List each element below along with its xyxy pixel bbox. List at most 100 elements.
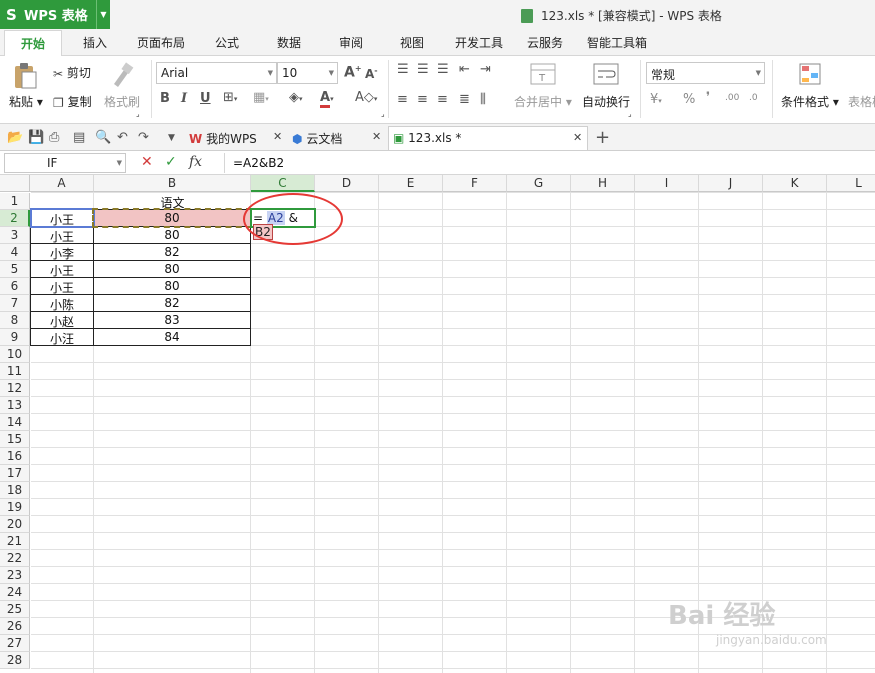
row-header-5[interactable]: 5 bbox=[0, 261, 30, 278]
column-header-k[interactable]: K bbox=[763, 175, 827, 192]
app-menu-button[interactable]: S WPS 表格 ▼ bbox=[0, 0, 110, 29]
wrap-text-icon[interactable] bbox=[593, 62, 619, 89]
align-middle-icon[interactable]: ☰ bbox=[417, 62, 429, 77]
row-header-27[interactable]: 27 bbox=[0, 635, 30, 652]
copy-button[interactable]: ❐ 复制 bbox=[53, 93, 92, 110]
row-header-22[interactable]: 22 bbox=[0, 550, 30, 567]
row-header-10[interactable]: 10 bbox=[0, 346, 30, 363]
column-header-j[interactable]: J bbox=[699, 175, 763, 192]
row-header-12[interactable]: 12 bbox=[0, 380, 30, 397]
row-header-24[interactable]: 24 bbox=[0, 584, 30, 601]
save-icon[interactable]: 💾 bbox=[28, 130, 44, 145]
row-header-1[interactable]: 1 bbox=[0, 193, 30, 210]
font-color-icon[interactable]: A▾ bbox=[320, 90, 334, 108]
tab-smart-toolbox[interactable]: 智能工具箱 bbox=[587, 34, 647, 51]
row-header-4[interactable]: 4 bbox=[0, 244, 30, 261]
align-top-icon[interactable]: ☰ bbox=[397, 62, 409, 77]
preview-icon[interactable]: 🔍 bbox=[95, 130, 111, 145]
cell-a8[interactable]: 小赵 bbox=[31, 313, 93, 330]
column-header-d[interactable]: D bbox=[315, 175, 379, 192]
percent-icon[interactable]: % bbox=[683, 92, 695, 107]
tab-developer[interactable]: 开发工具 bbox=[455, 34, 503, 51]
close-icon[interactable]: ✕ bbox=[273, 130, 282, 143]
alignment-dialog-launcher-icon[interactable]: ⌟ bbox=[628, 109, 632, 118]
tab-cloud-services[interactable]: 云服务 bbox=[527, 34, 563, 51]
print-icon[interactable]: ▤ bbox=[73, 130, 85, 145]
row-header-14[interactable]: 14 bbox=[0, 414, 30, 431]
cell-b4[interactable]: 82 bbox=[94, 245, 250, 262]
row-header-21[interactable]: 21 bbox=[0, 533, 30, 550]
borders-icon[interactable]: ⊞▾ bbox=[223, 90, 237, 105]
cell-b9[interactable]: 84 bbox=[94, 330, 250, 347]
row-header-20[interactable]: 20 bbox=[0, 516, 30, 533]
select-all-corner[interactable] bbox=[0, 175, 30, 192]
row-header-17[interactable]: 17 bbox=[0, 465, 30, 482]
distributed-icon[interactable]: ⫼ bbox=[480, 92, 486, 107]
row-header-11[interactable]: 11 bbox=[0, 363, 30, 380]
cell-a4[interactable]: 小李 bbox=[31, 245, 93, 262]
confirm-formula-icon[interactable]: ✓ bbox=[165, 154, 177, 170]
cell-a6[interactable]: 小王 bbox=[31, 279, 93, 296]
row-header-13[interactable]: 13 bbox=[0, 397, 30, 414]
row-header-15[interactable]: 15 bbox=[0, 431, 30, 448]
conditional-format-button[interactable]: 条件格式 ▾ bbox=[781, 93, 839, 110]
cell-b6[interactable]: 80 bbox=[94, 279, 250, 296]
increase-indent-icon[interactable]: ⇥ bbox=[480, 62, 491, 77]
justify-icon[interactable]: ≣ bbox=[459, 92, 470, 107]
row-header-2[interactable]: 2 bbox=[0, 210, 30, 227]
underline-icon[interactable]: U bbox=[200, 91, 211, 106]
column-header-e[interactable]: E bbox=[379, 175, 443, 192]
number-format-select[interactable]: 常规 ▼ bbox=[646, 62, 765, 84]
align-bottom-icon[interactable]: ☰ bbox=[437, 62, 449, 77]
cell-a3[interactable]: 小王 bbox=[31, 228, 93, 245]
column-header-h[interactable]: H bbox=[571, 175, 635, 192]
tab-formulas[interactable]: 公式 bbox=[215, 34, 239, 51]
decrease-indent-icon[interactable]: ⇤ bbox=[459, 62, 470, 77]
align-left-icon[interactable]: ≡ bbox=[397, 92, 408, 107]
increase-font-icon[interactable]: A+ bbox=[344, 64, 362, 81]
font-dialog-launcher-icon[interactable]: ⌟ bbox=[381, 109, 385, 118]
format-painter-icon[interactable] bbox=[110, 62, 134, 91]
row-header-16[interactable]: 16 bbox=[0, 448, 30, 465]
paste-button[interactable]: 粘贴 ▾ bbox=[9, 93, 43, 110]
row-header-18[interactable]: 18 bbox=[0, 482, 30, 499]
column-header-b[interactable]: B bbox=[94, 175, 251, 192]
font-size-select[interactable]: 10 ▼ bbox=[277, 62, 338, 84]
italic-icon[interactable]: I bbox=[181, 91, 187, 106]
cell-a7[interactable]: 小陈 bbox=[31, 296, 93, 313]
row-header-6[interactable]: 6 bbox=[0, 278, 30, 295]
new-tab-plus-icon[interactable]: + bbox=[595, 127, 610, 148]
row-header-3[interactable]: 3 bbox=[0, 227, 30, 244]
row-header-23[interactable]: 23 bbox=[0, 567, 30, 584]
tab-page-layout[interactable]: 页面布局 bbox=[137, 34, 185, 51]
tab-cloud-docs[interactable]: ⬢ 云文档 ✕ bbox=[292, 126, 386, 150]
merge-center-icon[interactable]: T bbox=[530, 62, 556, 89]
merge-borders-icon[interactable]: ▦▾ bbox=[253, 90, 269, 105]
font-name-select[interactable]: Arial ▼ bbox=[156, 62, 277, 84]
align-center-icon[interactable]: ≡ bbox=[417, 92, 428, 107]
column-header-a[interactable]: A bbox=[30, 175, 94, 192]
conditional-format-icon[interactable] bbox=[798, 62, 822, 89]
column-header-f[interactable]: F bbox=[443, 175, 507, 192]
currency-icon[interactable]: ¥▾ bbox=[650, 92, 662, 107]
row-header-26[interactable]: 26 bbox=[0, 618, 30, 635]
tab-my-wps[interactable]: W 我的WPS ✕ bbox=[189, 126, 287, 150]
wrap-text-button[interactable]: 自动换行 bbox=[582, 93, 630, 110]
print-preview-icon[interactable]: ⎙ bbox=[49, 130, 59, 145]
close-icon[interactable]: ✕ bbox=[372, 130, 381, 143]
row-header-28[interactable]: 28 bbox=[0, 652, 30, 669]
cut-button[interactable]: ✂ 剪切 bbox=[53, 64, 91, 81]
column-header-g[interactable]: G bbox=[507, 175, 571, 192]
decrease-font-icon[interactable]: A- bbox=[365, 66, 378, 81]
tab-insert[interactable]: 插入 bbox=[83, 34, 107, 51]
cell-b5[interactable]: 80 bbox=[94, 262, 250, 279]
tab-view[interactable]: 视图 bbox=[400, 34, 424, 51]
fill-color-icon[interactable]: ◈▾ bbox=[289, 90, 303, 105]
tab-data[interactable]: 数据 bbox=[277, 34, 301, 51]
tab-review[interactable]: 审阅 bbox=[339, 34, 363, 51]
row-header-7[interactable]: 7 bbox=[0, 295, 30, 312]
close-icon[interactable]: ✕ bbox=[573, 131, 582, 144]
merge-center-button[interactable]: 合并居中 ▾ bbox=[514, 93, 572, 110]
cell-b7[interactable]: 82 bbox=[94, 296, 250, 313]
name-box[interactable]: IF ▼ bbox=[4, 153, 126, 173]
